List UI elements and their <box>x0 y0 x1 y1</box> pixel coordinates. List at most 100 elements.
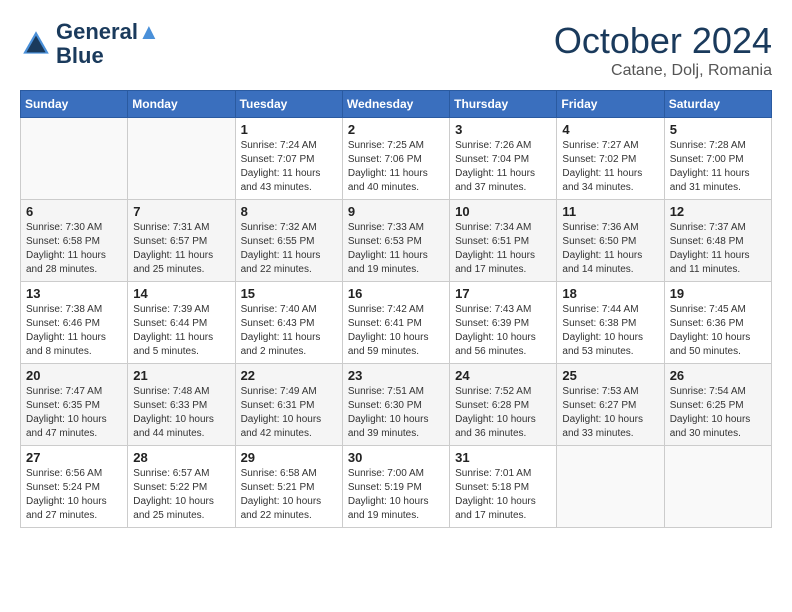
calendar-cell: 12Sunrise: 7:37 AMSunset: 6:48 PMDayligh… <box>664 200 771 282</box>
weekday-header: Wednesday <box>342 91 449 118</box>
calendar-cell: 11 Sunrise: 7:36 AMSunset: 6:50 PMDayligh… <box>557 200 664 282</box>
day-info: Sunrise: 7:43 AMSunset: 6:39 PMDaylight:… <box>455 303 551 359</box>
day-number: 23 <box>348 368 444 383</box>
calendar-cell: 5 Sunrise: 7:28 AMSunset: 7:00 PMDaylight… <box>664 118 771 200</box>
day-number: 12 <box>670 204 766 219</box>
calendar-cell <box>664 446 771 528</box>
day-info: Sunrise: 7:27 AMSunset: 7:02 PMDaylight:… <box>562 139 658 195</box>
day-number: 20 <box>26 368 122 383</box>
calendar-cell: 21 Sunrise: 7:48 AMSunset: 6:33 PMDayligh… <box>128 364 235 446</box>
day-info: Sunrise: 7:45 AMSunset: 6:36 PMDaylight:… <box>670 303 766 359</box>
day-number: 30 <box>348 450 444 465</box>
day-number: 6 <box>26 204 122 219</box>
title-block: October 2024 Catane, Dolj, Romania <box>554 20 772 80</box>
calendar-week-row: 6 Sunrise: 7:30 AMSunset: 6:58 PMDaylight… <box>21 200 772 282</box>
day-info: Sunrise: 7:38 AMSunset: 6:46 PMDaylight:… <box>26 303 122 359</box>
calendar-cell: 28 Sunrise: 6:57 AMSunset: 5:22 PMDayligh… <box>128 446 235 528</box>
weekday-header: Thursday <box>450 91 557 118</box>
calendar-cell: 17 Sunrise: 7:43 AMSunset: 6:39 PMDayligh… <box>450 282 557 364</box>
calendar-cell: 19 Sunrise: 7:45 AMSunset: 6:36 PMDayligh… <box>664 282 771 364</box>
day-number: 26 <box>670 368 766 383</box>
day-info: Sunrise: 7:40 AMSunset: 6:43 PMDaylight:… <box>241 303 337 359</box>
calendar-cell: 31 Sunrise: 7:01 AMSunset: 5:18 PMDayligh… <box>450 446 557 528</box>
day-number: 4 <box>562 122 658 137</box>
day-info: Sunrise: 7:24 AMSunset: 7:07 PMDaylight:… <box>241 139 337 195</box>
weekday-header: Sunday <box>21 91 128 118</box>
day-number: 19 <box>670 286 766 301</box>
day-number: 25 <box>562 368 658 383</box>
logo-icon <box>20 28 52 60</box>
calendar-cell: 24Sunrise: 7:52 AMSunset: 6:28 PMDayligh… <box>450 364 557 446</box>
calendar-cell: 16Sunrise: 7:42 AMSunset: 6:41 PMDayligh… <box>342 282 449 364</box>
day-number: 2 <box>348 122 444 137</box>
day-info: Sunrise: 7:42 AMSunset: 6:41 PMDaylight:… <box>348 303 444 359</box>
weekday-header: Tuesday <box>235 91 342 118</box>
calendar-week-row: 13 Sunrise: 7:38 AMSunset: 6:46 PMDayligh… <box>21 282 772 364</box>
day-info: Sunrise: 7:49 AMSunset: 6:31 PMDaylight:… <box>241 385 337 441</box>
day-info: Sunrise: 7:30 AMSunset: 6:58 PMDaylight:… <box>26 221 122 277</box>
day-number: 18 <box>562 286 658 301</box>
day-number: 11 <box>562 204 658 219</box>
weekday-header-row: SundayMondayTuesdayWednesdayThursdayFrid… <box>21 91 772 118</box>
month-title: October 2024 <box>554 20 772 62</box>
day-info: Sunrise: 6:57 AMSunset: 5:22 PMDaylight:… <box>133 467 229 523</box>
day-info: Sunrise: 7:01 AMSunset: 5:18 PMDaylight:… <box>455 467 551 523</box>
day-info: Sunrise: 7:48 AMSunset: 6:33 PMDaylight:… <box>133 385 229 441</box>
calendar-cell: 30Sunrise: 7:00 AMSunset: 5:19 PMDayligh… <box>342 446 449 528</box>
weekday-header: Saturday <box>664 91 771 118</box>
calendar-cell: 26 Sunrise: 7:54 AMSunset: 6:25 PMDayligh… <box>664 364 771 446</box>
calendar-cell: 25 Sunrise: 7:53 AMSunset: 6:27 PMDayligh… <box>557 364 664 446</box>
day-number: 1 <box>241 122 337 137</box>
day-info: Sunrise: 7:39 AMSunset: 6:44 PMDaylight:… <box>133 303 229 359</box>
calendar-cell: 13 Sunrise: 7:38 AMSunset: 6:46 PMDayligh… <box>21 282 128 364</box>
calendar-cell: 10Sunrise: 7:34 AMSunset: 6:51 PMDayligh… <box>450 200 557 282</box>
day-number: 22 <box>241 368 337 383</box>
day-number: 24 <box>455 368 551 383</box>
day-info: Sunrise: 6:56 AMSunset: 5:24 PMDaylight:… <box>26 467 122 523</box>
day-info: Sunrise: 7:32 AMSunset: 6:55 PMDaylight:… <box>241 221 337 277</box>
day-number: 7 <box>133 204 229 219</box>
calendar-cell: 7 Sunrise: 7:31 AMSunset: 6:57 PMDaylight… <box>128 200 235 282</box>
day-number: 21 <box>133 368 229 383</box>
page-header: General▲ Blue October 2024 Catane, Dolj,… <box>20 20 772 80</box>
day-info: Sunrise: 7:33 AMSunset: 6:53 PMDaylight:… <box>348 221 444 277</box>
calendar-cell: 15Sunrise: 7:40 AMSunset: 6:43 PMDayligh… <box>235 282 342 364</box>
day-number: 10 <box>455 204 551 219</box>
calendar-cell: 18Sunrise: 7:44 AMSunset: 6:38 PMDayligh… <box>557 282 664 364</box>
day-number: 29 <box>241 450 337 465</box>
calendar-cell: 14Sunrise: 7:39 AMSunset: 6:44 PMDayligh… <box>128 282 235 364</box>
day-info: Sunrise: 7:51 AMSunset: 6:30 PMDaylight:… <box>348 385 444 441</box>
calendar-cell: 23 Sunrise: 7:51 AMSunset: 6:30 PMDayligh… <box>342 364 449 446</box>
day-info: Sunrise: 7:53 AMSunset: 6:27 PMDaylight:… <box>562 385 658 441</box>
day-info: Sunrise: 7:36 AMSunset: 6:50 PMDaylight:… <box>562 221 658 277</box>
calendar-cell: 2Sunrise: 7:25 AMSunset: 7:06 PMDaylight… <box>342 118 449 200</box>
day-info: Sunrise: 7:26 AMSunset: 7:04 PMDaylight:… <box>455 139 551 195</box>
day-info: Sunrise: 7:31 AMSunset: 6:57 PMDaylight:… <box>133 221 229 277</box>
day-number: 17 <box>455 286 551 301</box>
day-number: 27 <box>26 450 122 465</box>
calendar-week-row: 1 Sunrise: 7:24 AMSunset: 7:07 PMDaylight… <box>21 118 772 200</box>
calendar-week-row: 27 Sunrise: 6:56 AMSunset: 5:24 PMDayligh… <box>21 446 772 528</box>
calendar-cell: 9 Sunrise: 7:33 AMSunset: 6:53 PMDaylight… <box>342 200 449 282</box>
day-number: 5 <box>670 122 766 137</box>
logo: General▲ Blue <box>20 20 160 68</box>
calendar-cell <box>557 446 664 528</box>
calendar-cell: 4 Sunrise: 7:27 AMSunset: 7:02 PMDaylight… <box>557 118 664 200</box>
calendar-week-row: 20Sunrise: 7:47 AMSunset: 6:35 PMDayligh… <box>21 364 772 446</box>
logo-text: General▲ Blue <box>56 20 160 68</box>
day-info: Sunrise: 7:54 AMSunset: 6:25 PMDaylight:… <box>670 385 766 441</box>
day-number: 13 <box>26 286 122 301</box>
calendar-cell: 20Sunrise: 7:47 AMSunset: 6:35 PMDayligh… <box>21 364 128 446</box>
day-number: 31 <box>455 450 551 465</box>
day-info: Sunrise: 7:28 AMSunset: 7:00 PMDaylight:… <box>670 139 766 195</box>
calendar-cell: 3 Sunrise: 7:26 AMSunset: 7:04 PMDaylight… <box>450 118 557 200</box>
day-number: 9 <box>348 204 444 219</box>
calendar-cell: 27 Sunrise: 6:56 AMSunset: 5:24 PMDayligh… <box>21 446 128 528</box>
weekday-header: Friday <box>557 91 664 118</box>
day-number: 8 <box>241 204 337 219</box>
calendar-cell <box>21 118 128 200</box>
calendar-cell: 1 Sunrise: 7:24 AMSunset: 7:07 PMDaylight… <box>235 118 342 200</box>
calendar-cell <box>128 118 235 200</box>
day-number: 28 <box>133 450 229 465</box>
day-number: 3 <box>455 122 551 137</box>
